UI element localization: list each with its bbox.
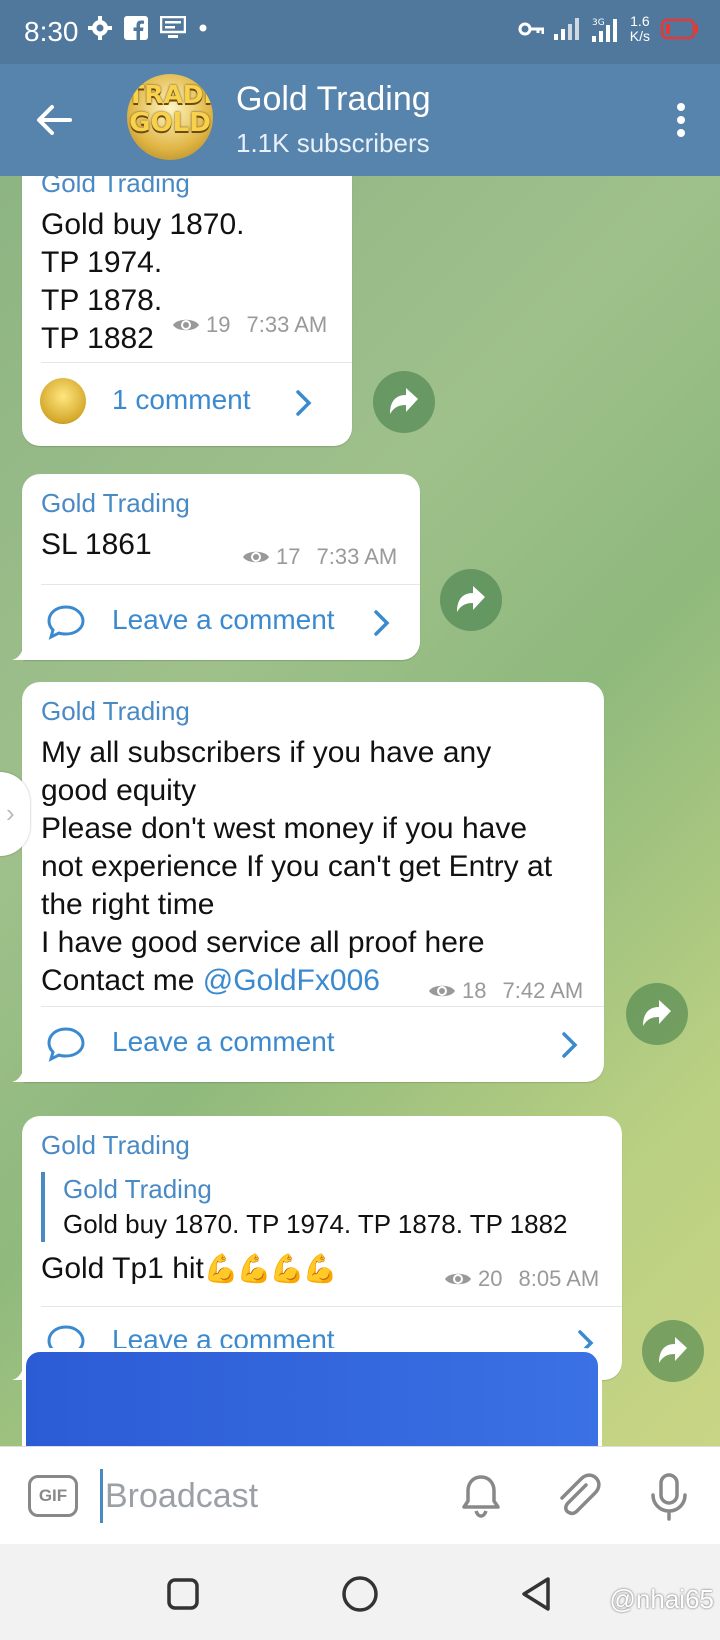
comment-bubble-icon bbox=[47, 1027, 85, 1062]
message-text: My all subscribers if you have any good … bbox=[41, 736, 553, 959]
message-bubble[interactable]: Gold Trading My all subscribers if you h… bbox=[12, 682, 604, 1082]
chevron-right-icon[interactable] bbox=[294, 388, 314, 418]
share-arrow-icon bbox=[643, 1000, 671, 1026]
share-button[interactable] bbox=[642, 1320, 704, 1382]
message-bubble[interactable]: Gold Trading Gold buy 1870. TP 1974. TP … bbox=[22, 176, 352, 446]
input-bar: GIF bbox=[0, 1446, 720, 1544]
message-time: 7:42 AM bbox=[502, 978, 584, 1003]
status-icons bbox=[88, 16, 208, 40]
contact-text: Contact me bbox=[41, 964, 203, 997]
broadcast-input[interactable] bbox=[100, 1469, 400, 1523]
bubble-tail bbox=[12, 640, 34, 660]
status-right: 3G 1.6 K/s bbox=[518, 14, 700, 44]
divider bbox=[41, 1006, 604, 1007]
facebook-icon bbox=[124, 16, 148, 40]
attach-paperclip-icon[interactable] bbox=[552, 1471, 602, 1521]
share-arrow-icon bbox=[457, 586, 485, 612]
divider bbox=[41, 584, 420, 585]
avatar-text-bottom: GOLD bbox=[129, 108, 211, 138]
dot-icon bbox=[199, 24, 207, 32]
watermark: @nhai65 bbox=[609, 1584, 714, 1614]
views-icon bbox=[445, 1273, 471, 1285]
message-sender: Gold Trading bbox=[41, 1130, 190, 1160]
subscriber-count: 1.1K subscribers bbox=[236, 128, 430, 158]
status-bar: 8:30 3G 1.6 K/s bbox=[0, 0, 720, 64]
message-time: 7:33 AM bbox=[316, 544, 398, 569]
share-arrow-icon bbox=[659, 1337, 687, 1363]
svg-text:3G: 3G bbox=[592, 18, 605, 28]
commenter-avatar bbox=[40, 378, 86, 424]
message-meta: 18 7:42 AM bbox=[428, 978, 583, 1004]
comment-bubble-icon bbox=[47, 605, 85, 640]
bell-icon[interactable] bbox=[456, 1471, 506, 1521]
chevron-right-icon[interactable] bbox=[372, 608, 392, 638]
signal-3g-icon: 3G bbox=[591, 18, 617, 42]
share-button[interactable] bbox=[626, 983, 688, 1045]
avatar-text-top: TRADI bbox=[127, 80, 213, 109]
next-message-image[interactable] bbox=[22, 1348, 602, 1446]
share-arrow-icon bbox=[390, 388, 418, 414]
mention-link[interactable]: @GoldFx006 bbox=[203, 964, 380, 997]
leave-comment-link[interactable]: Leave a comment bbox=[112, 1026, 335, 1058]
microphone-icon[interactable] bbox=[644, 1471, 694, 1521]
divider bbox=[41, 362, 352, 363]
message-sender: Gold Trading bbox=[41, 696, 190, 726]
reply-quote[interactable]: Gold Trading Gold buy 1870. TP 1974. TP … bbox=[41, 1172, 568, 1242]
message-contact-line: Contact me @GoldFx006 bbox=[41, 962, 380, 1000]
more-menu-icon[interactable] bbox=[676, 102, 686, 138]
message-list[interactable]: Gold Trading Gold buy 1870. TP 1974. TP … bbox=[0, 176, 720, 1446]
net-speed-unit: K/s bbox=[629, 28, 650, 44]
message-time: 7:33 AM bbox=[246, 312, 328, 337]
view-count: 19 bbox=[206, 312, 231, 337]
status-time: 8:30 bbox=[24, 16, 79, 47]
message-sender: Gold Trading bbox=[41, 176, 190, 198]
view-count: 18 bbox=[462, 978, 487, 1003]
comments-link[interactable]: 1 comment bbox=[112, 384, 251, 416]
message-meta: 20 8:05 AM bbox=[444, 1266, 599, 1292]
signal-icon bbox=[553, 18, 579, 40]
chevron-right-icon: › bbox=[6, 798, 15, 828]
divider bbox=[41, 1306, 622, 1307]
screen-icon bbox=[160, 16, 186, 38]
system-nav-bar: @nhai65 bbox=[0, 1544, 720, 1640]
channel-avatar[interactable]: TRADI GOLD bbox=[127, 74, 213, 160]
message-time: 8:05 AM bbox=[518, 1266, 600, 1291]
bubble-tail bbox=[12, 1062, 34, 1082]
net-speed: 1.6 K/s bbox=[630, 14, 650, 44]
message-bubble[interactable]: Gold Trading SL 1861 17 7:33 AM Leave a … bbox=[12, 474, 420, 660]
channel-title[interactable]: Gold Trading bbox=[236, 80, 431, 119]
view-count: 17 bbox=[276, 544, 301, 569]
gear-icon bbox=[88, 16, 112, 40]
message-text-line: Gold Tp1 hit💪💪💪💪 bbox=[41, 1250, 337, 1288]
message-meta: 19 7:33 AM bbox=[172, 312, 327, 338]
share-button[interactable] bbox=[440, 569, 502, 631]
message-sender: Gold Trading bbox=[41, 488, 190, 518]
recents-square-icon[interactable] bbox=[163, 1574, 203, 1614]
battery-icon bbox=[660, 18, 698, 40]
chat-header: TRADI GOLD Gold Trading 1.1K subscribers bbox=[0, 64, 720, 176]
views-icon bbox=[429, 985, 455, 997]
flexed-biceps-emoji: 💪💪💪💪 bbox=[203, 1253, 337, 1284]
share-button[interactable] bbox=[373, 371, 435, 433]
net-speed-value: 1.6 bbox=[630, 13, 650, 29]
views-icon bbox=[243, 551, 269, 563]
gif-button[interactable]: GIF bbox=[28, 1475, 78, 1517]
key-icon bbox=[518, 22, 544, 36]
message-bubble[interactable]: Gold Trading Gold Trading Gold buy 1870.… bbox=[12, 1116, 622, 1380]
chevron-right-icon[interactable] bbox=[560, 1030, 580, 1060]
message-meta: 17 7:33 AM bbox=[242, 544, 397, 570]
back-triangle-icon[interactable] bbox=[516, 1574, 556, 1614]
back-arrow-icon[interactable] bbox=[34, 100, 74, 140]
view-count: 20 bbox=[478, 1266, 503, 1291]
views-icon bbox=[173, 319, 199, 331]
home-circle-icon[interactable] bbox=[340, 1574, 380, 1614]
message-text: SL 1861 bbox=[41, 528, 152, 561]
quote-sender: Gold Trading bbox=[63, 1174, 212, 1204]
message-text: Gold Tp1 hit bbox=[41, 1252, 204, 1285]
quote-text: Gold buy 1870. TP 1974. TP 1878. TP 1882 bbox=[63, 1209, 568, 1239]
leave-comment-link[interactable]: Leave a comment bbox=[112, 604, 335, 636]
